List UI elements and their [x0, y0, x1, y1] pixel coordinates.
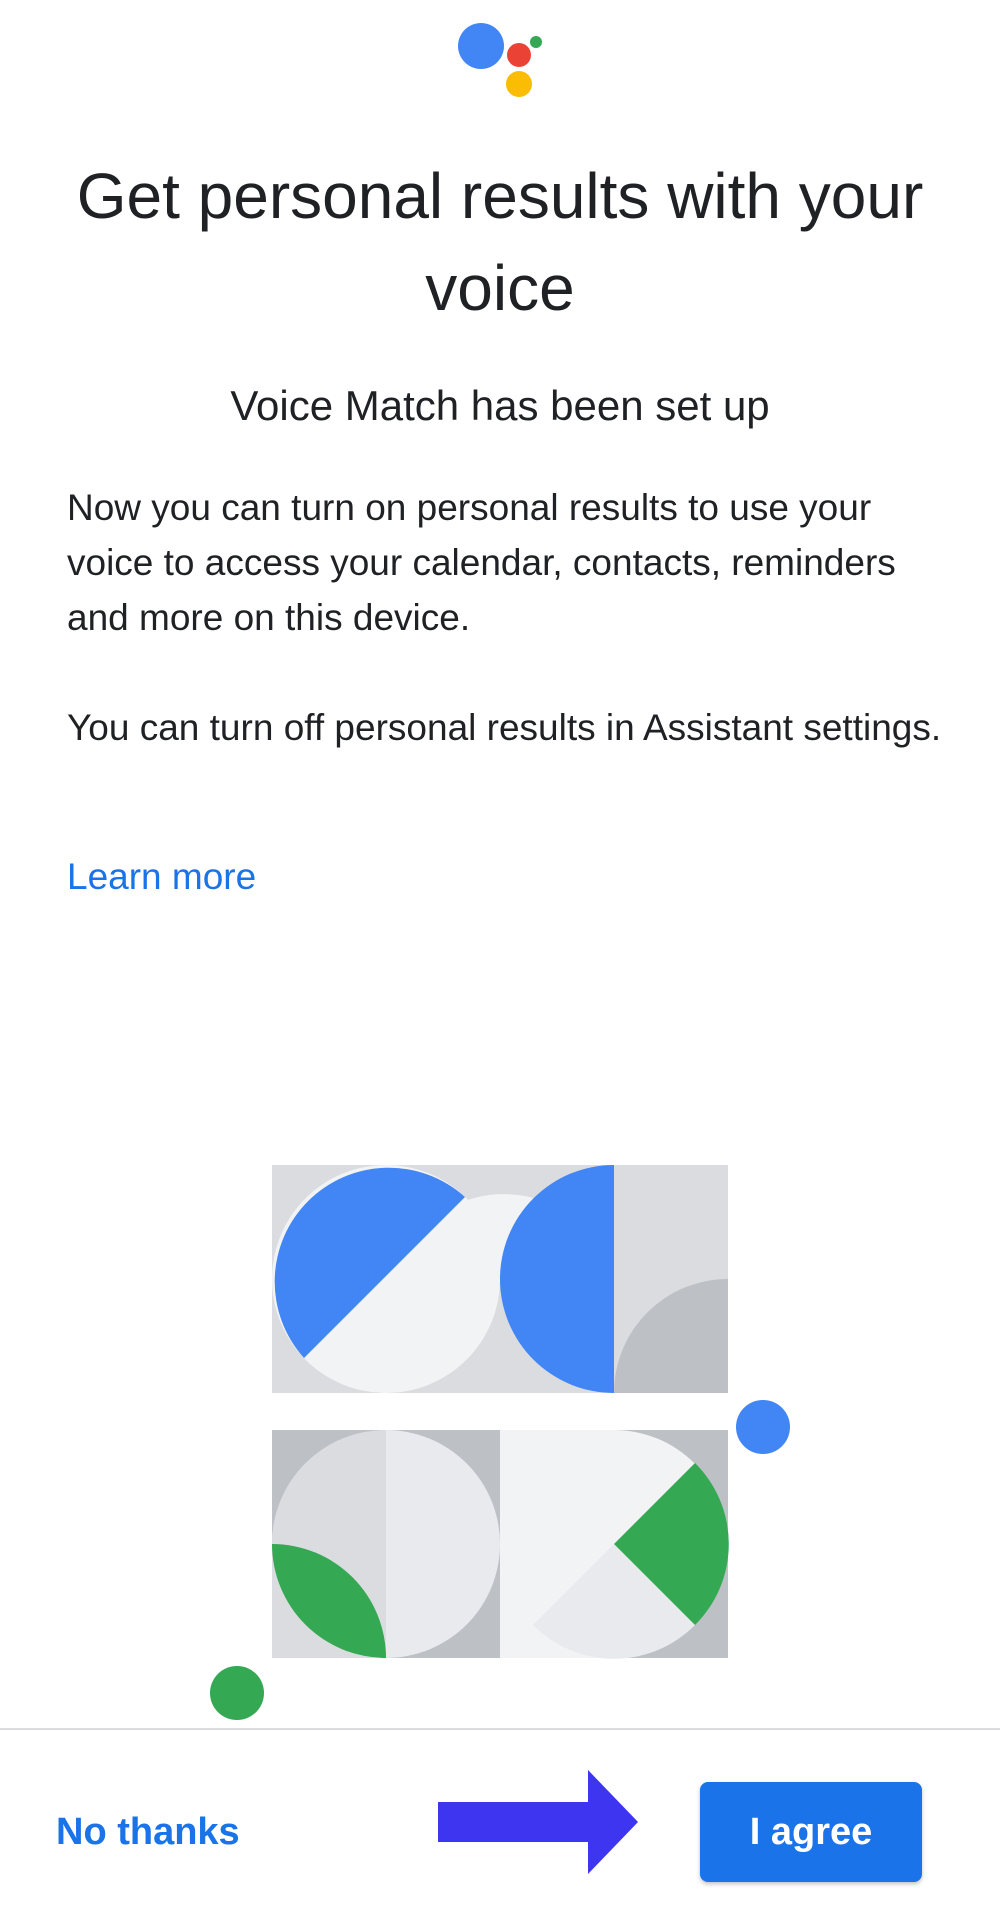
right-arrow-icon — [438, 1770, 638, 1874]
agree-button[interactable]: I agree — [700, 1782, 922, 1882]
page-title: Get personal results with your voice — [76, 160, 924, 324]
no-thanks-button[interactable]: No thanks — [40, 1800, 256, 1864]
description-paragraph: Now you can turn on personal results to … — [67, 487, 896, 638]
voice-match-screen: Get personal results with your voice Voi… — [0, 0, 1000, 1905]
google-assistant-logo-icon — [458, 23, 542, 97]
footer-divider — [0, 1728, 1000, 1730]
learn-more-link[interactable]: Learn more — [67, 852, 256, 902]
page-subtitle: Voice Match has been set up — [230, 382, 770, 429]
voice-match-illustration — [210, 1165, 790, 1720]
settings-note-paragraph: You can turn off personal results in Ass… — [67, 707, 942, 748]
